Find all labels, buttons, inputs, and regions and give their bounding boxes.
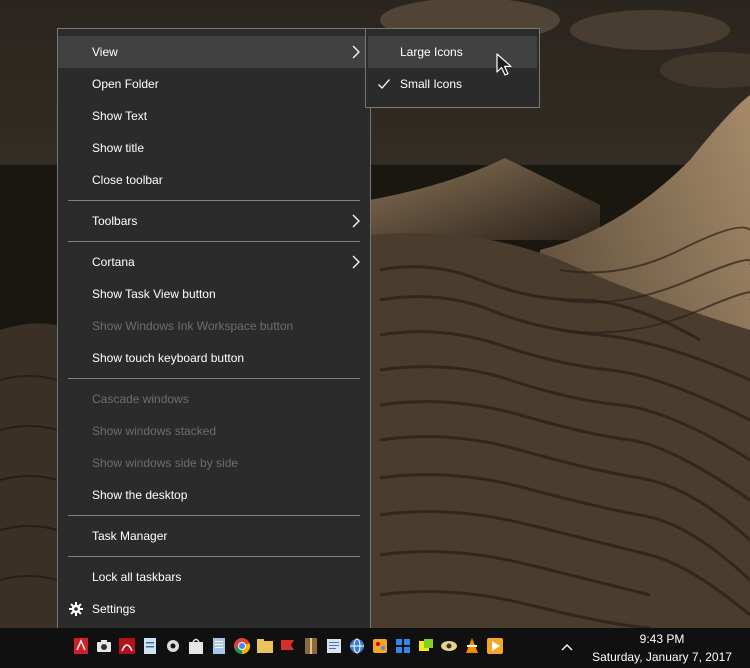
menu-item-label: Toolbars <box>92 214 138 228</box>
chevron-right-icon <box>352 45 360 59</box>
menu-item-task-manager[interactable]: Task Manager <box>58 520 370 552</box>
menu-item-label: Task Manager <box>92 529 168 543</box>
clock-time: 9:43 PM <box>639 632 685 646</box>
menu-item-label: Open Folder <box>92 77 159 91</box>
document-icon[interactable] <box>141 637 159 655</box>
checkmark-icon <box>378 79 390 89</box>
notepad-icon[interactable] <box>210 637 228 655</box>
menu-item-label: Cascade windows <box>92 392 189 406</box>
stickers-icon[interactable] <box>417 637 435 655</box>
menu-item-open-folder[interactable]: Open Folder <box>58 68 370 100</box>
pdf-icon[interactable] <box>72 637 90 655</box>
menu-separator <box>68 378 360 379</box>
paint-icon[interactable] <box>371 637 389 655</box>
menu-item-label: Lock all taskbars <box>92 570 182 584</box>
menu-item-show-title[interactable]: Show title <box>58 132 370 164</box>
camera-icon[interactable] <box>95 637 113 655</box>
archive-icon[interactable] <box>302 637 320 655</box>
menu-item-show-text[interactable]: Show Text <box>58 100 370 132</box>
taskbar: 9:43 PM Saturday, January 7, 2017 <box>0 628 750 668</box>
menu-item-label: Show Windows Ink Workspace button <box>92 319 294 333</box>
menu-item-label: View <box>92 45 118 59</box>
menu-item-label: Show windows side by side <box>92 456 239 470</box>
grid-icon[interactable] <box>394 637 412 655</box>
chevron-right-icon <box>352 214 360 228</box>
taskbar-context-menu: View Open Folder Show Text Show title Cl… <box>57 28 371 632</box>
menu-item-show-windows-stacked: Show windows stacked <box>58 415 370 447</box>
menu-separator <box>68 556 360 557</box>
menu-item-label: Show Text <box>92 109 148 123</box>
menu-item-show-touch-keyboard[interactable]: Show touch keyboard button <box>58 342 370 374</box>
acrobat-icon[interactable] <box>118 637 136 655</box>
notes-icon[interactable] <box>325 637 343 655</box>
chevron-right-icon <box>352 255 360 269</box>
eye-icon[interactable] <box>440 637 458 655</box>
menu-item-settings[interactable]: Settings <box>58 593 370 625</box>
submenu-item-label: Large Icons <box>400 45 463 59</box>
gear-icon <box>69 602 83 616</box>
menu-item-label: Close toolbar <box>92 173 163 187</box>
gear-icon[interactable] <box>164 637 182 655</box>
menu-separator <box>68 241 360 242</box>
chrome-icon[interactable] <box>233 637 251 655</box>
menu-separator <box>68 200 360 201</box>
globe-icon[interactable] <box>348 637 366 655</box>
menu-item-label: Show windows stacked <box>92 424 217 438</box>
menu-item-view[interactable]: View <box>58 36 370 68</box>
menu-item-label: Show title <box>92 141 145 155</box>
menu-separator <box>68 515 360 516</box>
mouse-cursor-icon <box>496 53 512 76</box>
clock-date: Saturday, January 7, 2017 <box>592 650 732 664</box>
menu-item-show-desktop[interactable]: Show the desktop <box>58 479 370 511</box>
menu-item-lock-taskbars[interactable]: Lock all taskbars <box>58 561 370 593</box>
folder-icon[interactable] <box>256 637 274 655</box>
vlc-icon[interactable] <box>463 637 481 655</box>
menu-item-cortana[interactable]: Cortana <box>58 246 370 278</box>
menu-item-toolbars[interactable]: Toolbars <box>58 205 370 237</box>
menu-item-close-toolbar[interactable]: Close toolbar <box>58 164 370 196</box>
taskbar-clock[interactable]: 9:43 PM Saturday, January 7, 2017 <box>584 630 740 666</box>
flag-icon[interactable] <box>279 637 297 655</box>
menu-item-label: Show touch keyboard button <box>92 351 245 365</box>
menu-item-show-ink-workspace: Show Windows Ink Workspace button <box>58 310 370 342</box>
show-hidden-icons-chevron-icon[interactable] <box>560 642 574 652</box>
store-icon[interactable] <box>187 637 205 655</box>
menu-item-label: Show Task View button <box>92 287 216 301</box>
menu-item-show-windows-side-by-side: Show windows side by side <box>58 447 370 479</box>
menu-item-label: Cortana <box>92 255 135 269</box>
media-player-icon[interactable] <box>486 637 504 655</box>
menu-item-label: Settings <box>92 602 136 616</box>
menu-item-show-task-view[interactable]: Show Task View button <box>58 278 370 310</box>
menu-item-cascade-windows: Cascade windows <box>58 383 370 415</box>
menu-item-label: Show the desktop <box>92 488 188 502</box>
submenu-item-label: Small Icons <box>400 77 463 91</box>
